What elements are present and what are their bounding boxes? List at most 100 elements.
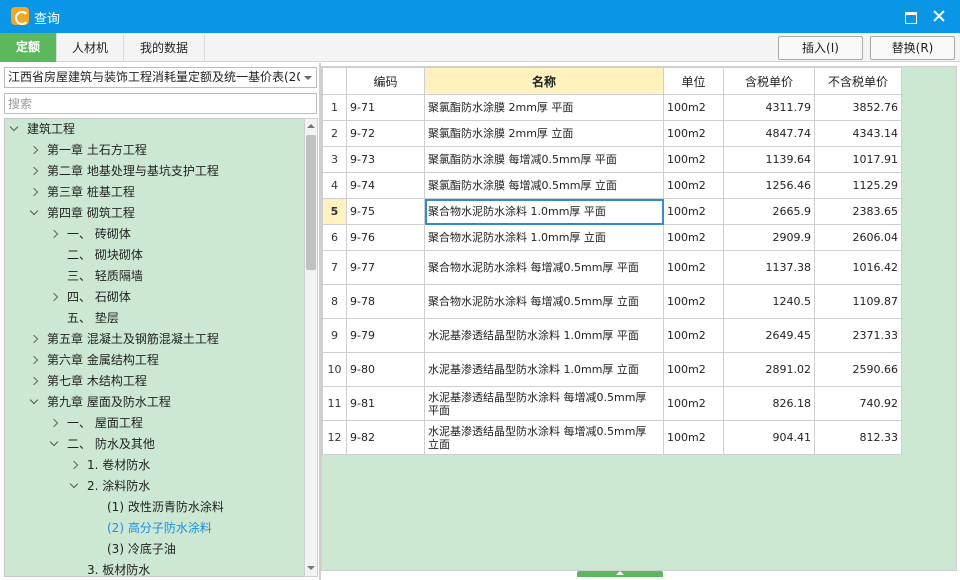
price-tax-cell[interactable]: 1240.5 bbox=[723, 284, 815, 319]
code-cell[interactable]: 9-75 bbox=[346, 198, 425, 225]
unit-cell[interactable]: 100m2 bbox=[663, 224, 724, 251]
column-header-unit[interactable]: 单位 bbox=[663, 67, 724, 95]
chevron-down-icon[interactable] bbox=[300, 68, 316, 87]
tree-node[interactable]: 三、 轻质隔墙 bbox=[5, 266, 305, 287]
price-tax-cell[interactable]: 1139.64 bbox=[723, 146, 815, 173]
chevron-right-icon[interactable] bbox=[31, 378, 38, 385]
table-row[interactable]: 6 9-76 聚合物水泥防水涂料 1.0mm厚 立面 100m2 2909.9 2606.… bbox=[322, 224, 902, 251]
price-tax-cell[interactable]: 1256.46 bbox=[723, 172, 815, 199]
unit-cell[interactable]: 100m2 bbox=[663, 352, 724, 387]
name-cell[interactable]: 聚氯酯防水涂膜 每增减0.5mm厚 立面 bbox=[424, 172, 664, 199]
tree-node[interactable]: 第二章 地基处理与基坑支护工程 bbox=[5, 161, 305, 182]
tree-node[interactable]: 一、 砖砌体 bbox=[5, 224, 305, 245]
scroll-up-icon[interactable] bbox=[307, 122, 316, 131]
chevron-right-icon[interactable] bbox=[31, 189, 38, 196]
unit-cell[interactable]: 100m2 bbox=[663, 198, 724, 225]
code-cell[interactable]: 9-82 bbox=[346, 420, 425, 455]
price-tax-cell[interactable]: 2665.9 bbox=[723, 198, 815, 225]
price-tax-cell[interactable]: 904.41 bbox=[723, 420, 815, 455]
tree-node[interactable]: 第三章 桩基工程 bbox=[5, 182, 305, 203]
table-row[interactable]: 7 9-77 聚合物水泥防水涂料 每增减0.5mm厚 平面 100m2 1137.38 1… bbox=[322, 250, 902, 285]
name-cell[interactable]: 聚合物水泥防水涂料 每增减0.5mm厚 立面 bbox=[424, 284, 664, 319]
price-notax-cell[interactable]: 3852.76 bbox=[814, 94, 902, 121]
table-row[interactable]: 11 9-81 水泥基渗透结晶型防水涂料 每增减0.5mm厚 平面 100m2 826.… bbox=[322, 386, 902, 421]
price-tax-cell[interactable]: 2891.02 bbox=[723, 352, 815, 387]
row-number-cell[interactable]: 4 bbox=[322, 172, 347, 199]
price-tax-cell[interactable]: 1137.38 bbox=[723, 250, 815, 285]
row-number-cell[interactable]: 6 bbox=[322, 224, 347, 251]
chevron-right-icon[interactable] bbox=[31, 357, 38, 364]
tree-node[interactable]: 第一章 土石方工程 bbox=[5, 140, 305, 161]
price-notax-cell[interactable]: 2383.65 bbox=[814, 198, 902, 225]
tree-node[interactable]: (1) 改性沥青防水涂料 bbox=[5, 497, 305, 518]
name-cell[interactable]: 聚合物水泥防水涂料 1.0mm厚 立面 bbox=[424, 224, 664, 251]
unit-cell[interactable]: 100m2 bbox=[663, 120, 724, 147]
price-notax-cell[interactable]: 812.33 bbox=[814, 420, 902, 455]
chevron-down-icon[interactable] bbox=[71, 483, 78, 490]
tree-node[interactable]: (3) 冷底子油 bbox=[5, 539, 305, 560]
code-cell[interactable]: 9-74 bbox=[346, 172, 425, 199]
name-cell[interactable]: 水泥基渗透结晶型防水涂料 1.0mm厚 立面 bbox=[424, 352, 664, 387]
row-number-cell[interactable]: 1 bbox=[322, 94, 347, 121]
row-number-cell[interactable]: 8 bbox=[322, 284, 347, 319]
price-notax-cell[interactable]: 1016.42 bbox=[814, 250, 902, 285]
tree-node[interactable]: 1. 卷材防水 bbox=[5, 455, 305, 476]
row-number-cell[interactable]: 2 bbox=[322, 120, 347, 147]
maximize-icon[interactable] bbox=[900, 6, 920, 26]
scrollbar-thumb[interactable] bbox=[306, 135, 316, 270]
name-cell[interactable]: 水泥基渗透结晶型防水涂料 每增减0.5mm厚 平面 bbox=[424, 386, 664, 421]
scroll-down-icon[interactable] bbox=[307, 564, 316, 573]
tab-quota[interactable]: 定额 bbox=[0, 33, 57, 62]
tree-node[interactable]: 五、 垫层 bbox=[5, 308, 305, 329]
column-header-price-notax[interactable]: 不含税单价 bbox=[814, 67, 902, 95]
chevron-right-icon[interactable] bbox=[51, 231, 58, 238]
price-notax-cell[interactable]: 1109.87 bbox=[814, 284, 902, 319]
tree-node[interactable]: 二、 防水及其他 bbox=[5, 434, 305, 455]
chevron-down-icon[interactable] bbox=[31, 399, 38, 406]
code-cell[interactable]: 9-78 bbox=[346, 284, 425, 319]
chevron-right-icon[interactable] bbox=[31, 168, 38, 175]
table-row[interactable]: 9 9-79 水泥基渗透结晶型防水涂料 1.0mm厚 平面 100m2 2649.45 2… bbox=[322, 318, 902, 353]
row-number-cell[interactable]: 7 bbox=[322, 250, 347, 285]
tree-node[interactable]: 一、 屋面工程 bbox=[5, 413, 305, 434]
replace-button[interactable]: 替换(R) bbox=[870, 36, 955, 60]
panel-expand-handle[interactable] bbox=[577, 571, 663, 577]
price-notax-cell[interactable]: 740.92 bbox=[814, 386, 902, 421]
price-notax-cell[interactable]: 4343.14 bbox=[814, 120, 902, 147]
chevron-down-icon[interactable] bbox=[11, 126, 18, 133]
table-row[interactable]: 1 9-71 聚氯酯防水涂膜 2mm厚 平面 100m2 4311.79 3852.76 bbox=[322, 94, 902, 121]
unit-cell[interactable]: 100m2 bbox=[663, 284, 724, 319]
name-cell[interactable]: 聚合物水泥防水涂料 每增减0.5mm厚 平面 bbox=[424, 250, 664, 285]
tree-node[interactable]: 第九章 屋面及防水工程 bbox=[5, 392, 305, 413]
name-cell[interactable]: 聚氯酯防水涂膜 每增减0.5mm厚 平面 bbox=[424, 146, 664, 173]
code-cell[interactable]: 9-77 bbox=[346, 250, 425, 285]
row-number-cell[interactable]: 11 bbox=[322, 386, 347, 421]
tree-node[interactable]: 二、 砌块砌体 bbox=[5, 245, 305, 266]
table-row[interactable]: 8 9-78 聚合物水泥防水涂料 每增减0.5mm厚 立面 100m2 1240.5 11… bbox=[322, 284, 902, 319]
price-notax-cell[interactable]: 1125.29 bbox=[814, 172, 902, 199]
price-notax-cell[interactable]: 2371.33 bbox=[814, 318, 902, 353]
name-cell[interactable]: 聚合物水泥防水涂料 1.0mm厚 平面 bbox=[424, 198, 664, 225]
table-row[interactable]: 2 9-72 聚氯酯防水涂膜 2mm厚 立面 100m2 4847.74 4343.14 bbox=[322, 120, 902, 147]
price-notax-cell[interactable]: 2590.66 bbox=[814, 352, 902, 387]
chevron-right-icon[interactable] bbox=[31, 336, 38, 343]
price-notax-cell[interactable]: 2606.04 bbox=[814, 224, 902, 251]
insert-button[interactable]: 插入(I) bbox=[778, 36, 863, 60]
row-number-cell[interactable]: 9 bbox=[322, 318, 347, 353]
price-tax-cell[interactable]: 4847.74 bbox=[723, 120, 815, 147]
table-row[interactable]: 3 9-73 聚氯酯防水涂膜 每增减0.5mm厚 平面 100m2 1139.64 101… bbox=[322, 146, 902, 173]
column-header-price-tax[interactable]: 含税单价 bbox=[723, 67, 815, 95]
column-header-code[interactable]: 编码 bbox=[346, 67, 425, 95]
tree-node[interactable]: 第六章 金属结构工程 bbox=[5, 350, 305, 371]
name-cell[interactable]: 聚氯酯防水涂膜 2mm厚 平面 bbox=[424, 94, 664, 121]
code-cell[interactable]: 9-71 bbox=[346, 94, 425, 121]
tab-my-data[interactable]: 我的数据 bbox=[124, 35, 205, 62]
unit-cell[interactable]: 100m2 bbox=[663, 386, 724, 421]
tree-node[interactable]: 3. 板材防水 bbox=[5, 560, 305, 576]
price-tax-cell[interactable]: 2649.45 bbox=[723, 318, 815, 353]
chevron-right-icon[interactable] bbox=[51, 420, 58, 427]
code-cell[interactable]: 9-72 bbox=[346, 120, 425, 147]
row-number-cell[interactable]: 3 bbox=[322, 146, 347, 173]
chevron-down-icon[interactable] bbox=[51, 441, 58, 448]
tree-node[interactable]: 第四章 砌筑工程 bbox=[5, 203, 305, 224]
